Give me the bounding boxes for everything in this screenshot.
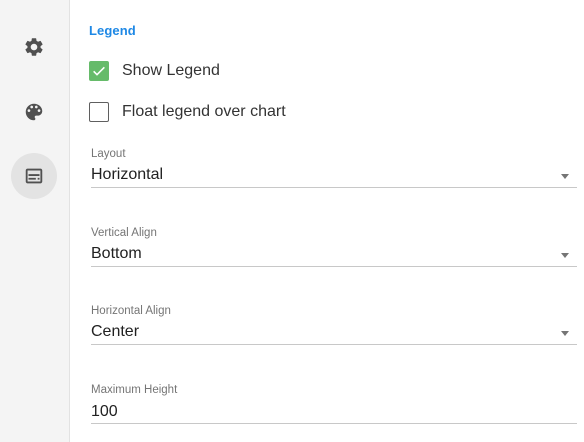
max-height-field: Maximum Height (91, 384, 577, 424)
checkmark-icon (93, 66, 105, 76)
section-title: Legend (89, 23, 136, 38)
show-legend-checkbox[interactable]: Show Legend (89, 61, 220, 81)
checkbox-unchecked[interactable] (89, 102, 109, 122)
dropdown-arrow-icon (561, 331, 569, 336)
show-legend-label: Show Legend (122, 62, 220, 79)
float-legend-label: Float legend over chart (122, 103, 286, 120)
sidebar-item-settings[interactable] (11, 24, 57, 70)
layout-select[interactable]: Horizontal (91, 160, 577, 188)
sidebar-item-legend[interactable] (11, 153, 57, 199)
max-height-label: Maximum Height (91, 384, 178, 396)
horizontal-align-value: Center (91, 323, 140, 340)
horizontal-align-select[interactable]: Center (91, 317, 577, 345)
vertical-align-value: Bottom (91, 245, 142, 262)
horizontal-align-field: Horizontal Align Center (91, 305, 577, 345)
layout-field: Layout Horizontal (91, 148, 577, 188)
legend-panel: Legend Show Legend Float legend over cha… (71, 0, 584, 442)
layout-value: Horizontal (91, 166, 164, 183)
checkbox-checked[interactable] (89, 61, 109, 81)
sidebar-item-appearance[interactable] (11, 89, 57, 135)
gear-icon (25, 38, 43, 56)
dropdown-arrow-icon (561, 174, 569, 179)
max-height-input[interactable] (91, 396, 577, 424)
legend-icon (25, 168, 43, 184)
vertical-align-select[interactable]: Bottom (91, 239, 577, 267)
horizontal-align-label: Horizontal Align (91, 305, 171, 317)
sidebar (0, 0, 70, 442)
palette-icon (25, 103, 43, 121)
vertical-align-label: Vertical Align (91, 227, 157, 239)
float-legend-checkbox[interactable]: Float legend over chart (89, 102, 286, 122)
layout-label: Layout (91, 148, 126, 160)
vertical-align-field: Vertical Align Bottom (91, 227, 577, 267)
dropdown-arrow-icon (561, 253, 569, 258)
